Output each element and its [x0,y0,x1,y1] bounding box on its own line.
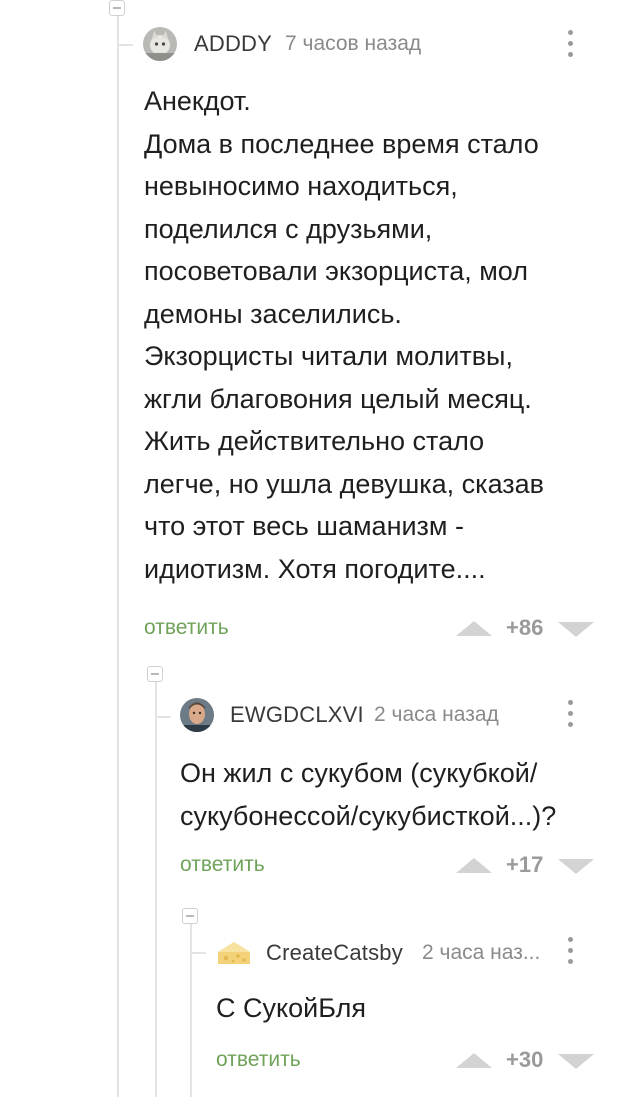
reply-link[interactable]: ответить [180,853,265,877]
thread-line-level-2 [155,680,157,1097]
comment-author[interactable]: CreateCatsby [266,940,403,966]
comment-rating: +17 [506,852,544,877]
upvote-arrow-icon[interactable] [456,858,492,873]
downvote-arrow-icon[interactable] [558,1054,594,1069]
upvote-arrow-icon[interactable] [456,1053,492,1068]
collapse-thread-toggle[interactable] [147,666,163,682]
comment-rating: +30 [506,1047,544,1072]
cheese-avatar[interactable] [216,934,250,968]
cat-photo-avatar[interactable] [143,27,177,61]
comment-timestamp: 2 часа наз... [422,941,541,964]
collapse-thread-toggle[interactable] [109,0,125,16]
more-options-icon[interactable] [562,30,578,66]
downvote-arrow-icon[interactable] [558,622,594,637]
thread-line-root [117,0,119,1097]
man-photo-avatar[interactable] [180,698,214,732]
comment-text: Он жил с сукубом (сукубкой/ сукубонессой… [180,758,557,831]
reply-link[interactable]: ответить [144,616,229,640]
thread-connector [117,44,133,46]
upvote-arrow-icon[interactable] [456,621,492,636]
comment-author[interactable]: EWGDCLXVI [230,702,364,728]
comment-timestamp: 2 часа назад [374,703,499,726]
reply-link[interactable]: ответить [216,1048,301,1072]
thread-connector [155,716,171,718]
comment-text: С СукойБля [216,993,367,1023]
comment-rating: +86 [506,615,544,640]
comment-author[interactable]: ADDDY [194,31,272,57]
comment-text: Анекдот. Дома в последнее время стало не… [144,86,545,584]
comment-timestamp: 7 часов назад [285,32,422,55]
downvote-arrow-icon[interactable] [558,859,594,874]
thread-line-level-3 [190,924,192,1097]
thread-connector [190,952,206,954]
collapse-thread-toggle[interactable] [182,908,198,924]
more-options-icon[interactable] [562,700,578,736]
more-options-icon[interactable] [562,937,578,973]
